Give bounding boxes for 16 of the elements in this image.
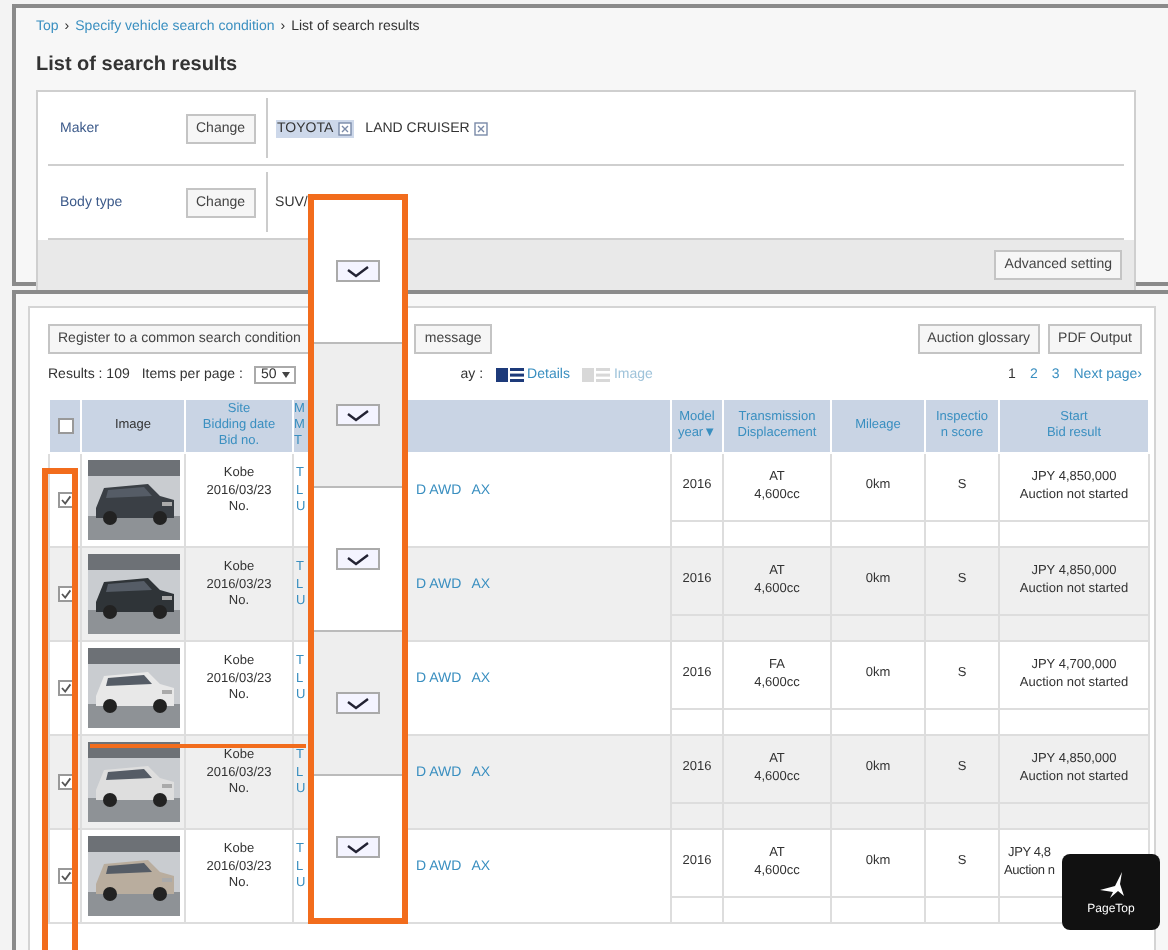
checkbox[interactable] bbox=[336, 260, 380, 282]
remove-icon[interactable] bbox=[473, 121, 488, 135]
row-checkbox[interactable] bbox=[57, 868, 73, 884]
checkbox[interactable] bbox=[336, 548, 380, 570]
row-checkbox[interactable] bbox=[57, 680, 73, 696]
checkbox[interactable] bbox=[336, 404, 380, 426]
dropdown-icon bbox=[282, 367, 291, 381]
checkbox[interactable] bbox=[336, 836, 380, 858]
select-all-checkbox[interactable] bbox=[57, 418, 73, 434]
row-checkbox[interactable] bbox=[57, 774, 73, 790]
checkbox[interactable] bbox=[336, 692, 380, 714]
row-checkbox[interactable] bbox=[57, 492, 73, 508]
star-icon bbox=[1097, 869, 1125, 897]
remove-icon[interactable] bbox=[337, 121, 352, 135]
row-checkbox[interactable] bbox=[57, 586, 73, 602]
page-title: List of search results bbox=[36, 54, 238, 76]
